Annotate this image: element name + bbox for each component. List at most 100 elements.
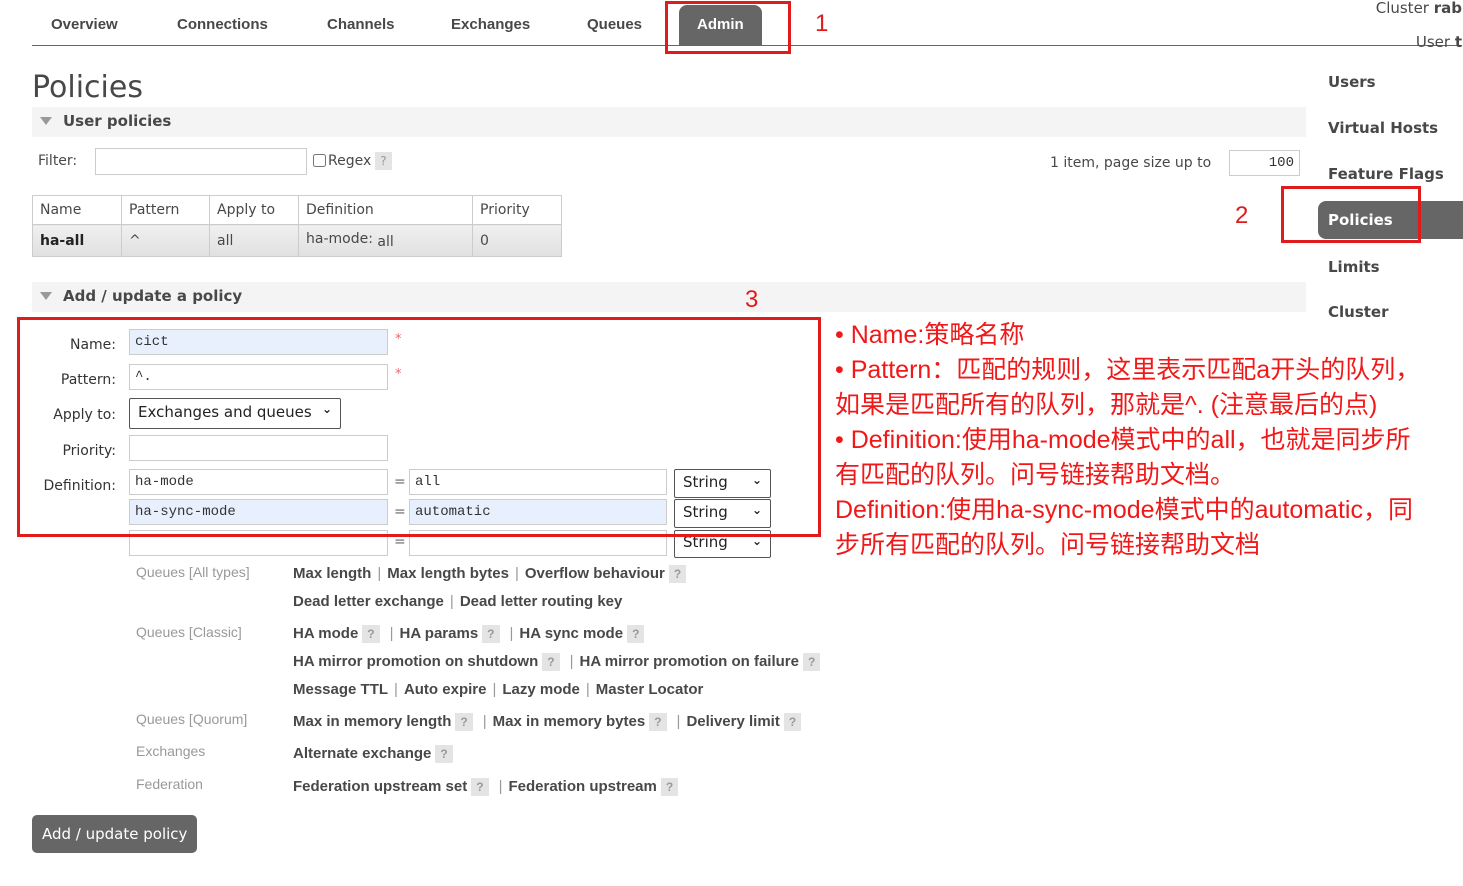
helper-category: Federation: [136, 776, 203, 792]
helper-link-dead-letter-routing-key[interactable]: Dead letter routing key: [460, 593, 623, 610]
definition-value: all: [377, 234, 394, 250]
helper-link-delivery-limit[interactable]: Delivery limit: [686, 713, 779, 730]
annotation-marker-2: 2: [1235, 202, 1249, 229]
sidenav-users[interactable]: Users: [1328, 73, 1376, 91]
helper-link-max-length[interactable]: Max length: [293, 565, 371, 582]
helper-link-row: HA mirror promotion on shutdown? | HA mirr…: [293, 653, 824, 672]
sidenav-limits[interactable]: Limits: [1328, 258, 1380, 276]
tab-connections[interactable]: Connections: [177, 16, 268, 33]
add-policy-toggle[interactable]: Add / update a policy: [32, 282, 1306, 312]
policy-pattern: ^: [121, 224, 210, 257]
annotation-box-policies: [1281, 186, 1421, 243]
policy-apply-to: all: [209, 224, 299, 257]
help-icon[interactable]: ?: [649, 713, 667, 732]
page-title: Policies: [32, 70, 143, 105]
helper-link-row: Federation upstream set? | Federation upst…: [293, 778, 682, 797]
annotation-marker-3: 3: [745, 286, 759, 313]
user-line: User t: [1376, 25, 1462, 59]
filter-label: Filter:: [38, 153, 78, 169]
help-icon[interactable]: ?: [660, 778, 679, 797]
help-icon[interactable]: ?: [802, 653, 821, 672]
cluster-user-info: Cluster rab User t: [1376, 0, 1462, 59]
helper-link-alternate-exchange[interactable]: Alternate exchange: [293, 745, 431, 762]
annotation-note: • Pattern：匹配的规则，这里表示匹配a开头的队列，如果是匹配所有的队列，…: [835, 356, 1421, 419]
add-policy-heading: Add / update a policy: [63, 287, 243, 305]
table-header-row: Name Pattern Apply to Definition Priorit…: [32, 195, 562, 225]
column-header-apply-to[interactable]: Apply to: [209, 195, 299, 225]
regex-help-icon[interactable]: ?: [375, 152, 392, 170]
definition-key: ha-mode:: [306, 231, 373, 247]
sidenav-feature-flags[interactable]: Feature Flags: [1328, 165, 1444, 183]
helper-link-master-locator[interactable]: Master Locator: [596, 681, 704, 698]
helper-link-max-in-memory-length[interactable]: Max in memory length: [293, 713, 451, 730]
table-row[interactable]: ha-all ^ all ha-mode: all 0: [32, 224, 562, 257]
column-header-name[interactable]: Name: [32, 195, 122, 225]
policy-definition: ha-mode: all: [298, 224, 473, 257]
helper-link-ha-promotion-shutdown[interactable]: HA mirror promotion on shutdown: [293, 653, 538, 670]
paging-text: 1 item, page size up to: [1050, 155, 1212, 171]
page-size-input[interactable]: [1229, 150, 1300, 176]
regex-checkbox[interactable]: [313, 154, 326, 167]
helper-link-auto-expire[interactable]: Auto expire: [404, 681, 487, 698]
policy-priority: 0: [472, 224, 562, 257]
add-update-policy-button[interactable]: Add / update policy: [32, 815, 198, 853]
user-policies-toggle[interactable]: User policies: [32, 107, 1306, 137]
helper-link-max-length-bytes[interactable]: Max length bytes: [387, 565, 509, 582]
cluster-name: rab: [1433, 0, 1462, 17]
helper-link-dead-letter-exchange[interactable]: Dead letter exchange: [293, 593, 444, 610]
helper-link-max-in-memory-bytes[interactable]: Max in memory bytes: [493, 713, 646, 730]
helper-link-row: HA mode? | HA params? | HA sync mode?: [293, 625, 648, 644]
column-header-pattern[interactable]: Pattern: [121, 195, 210, 225]
help-icon[interactable]: ?: [435, 745, 453, 764]
helper-link-ha-params[interactable]: HA params: [400, 625, 479, 642]
cluster-label: Cluster: [1375, 0, 1434, 17]
helper-category: Queues [All types]: [136, 564, 250, 580]
help-icon[interactable]: ?: [471, 778, 489, 797]
help-icon[interactable]: ?: [627, 625, 645, 644]
collapse-triangle-icon: [40, 117, 52, 125]
helper-link-ha-sync-mode[interactable]: HA sync mode: [519, 625, 623, 642]
collapse-triangle-icon: [40, 292, 52, 300]
helper-category: Queues [Quorum]: [136, 711, 248, 727]
cluster-line: Cluster rab: [1376, 0, 1462, 25]
annotation-box-form: [17, 317, 821, 537]
tab-queues[interactable]: Queues: [587, 16, 642, 33]
tab-exchanges[interactable]: Exchanges: [451, 16, 530, 33]
annotation-note: • Name:策略名称: [835, 321, 1025, 349]
helper-link-ha-mode[interactable]: HA mode: [293, 625, 358, 642]
help-icon[interactable]: ?: [668, 565, 687, 584]
helper-link-row: Message TTL | Auto expire | Lazy mode | Master…: [293, 681, 704, 698]
annotation-box-admin: [665, 1, 791, 54]
user-label: User: [1415, 33, 1455, 51]
help-icon[interactable]: ?: [362, 625, 380, 644]
helper-link-row: Alternate exchange?: [293, 745, 457, 764]
helper-category: Queues [Classic]: [136, 624, 242, 640]
annotation-note: Definition:使用ha-sync-mode模式中的automatic，同…: [835, 496, 1413, 559]
help-icon[interactable]: ?: [482, 625, 500, 644]
tab-overview[interactable]: Overview: [51, 16, 118, 33]
helper-link-ha-promotion-failure[interactable]: HA mirror promotion on failure: [580, 653, 799, 670]
column-header-definition[interactable]: Definition: [298, 195, 473, 225]
help-icon[interactable]: ?: [783, 713, 802, 732]
annotation-marker-1: 1: [815, 10, 829, 37]
helper-link-row: Dead letter exchange | Dead letter routing…: [293, 593, 623, 610]
user-name: t: [1454, 33, 1462, 51]
column-header-priority[interactable]: Priority: [472, 195, 562, 225]
helper-link-overflow-behaviour[interactable]: Overflow behaviour: [525, 565, 665, 582]
user-policies-heading: User policies: [63, 112, 172, 130]
help-icon[interactable]: ?: [542, 653, 560, 672]
policy-name-link[interactable]: ha-all: [32, 224, 122, 257]
filter-input[interactable]: [95, 148, 307, 175]
helper-link-row: Max length | Max length bytes | Overflow beh…: [293, 565, 690, 584]
helper-link-federation-upstream-set[interactable]: Federation upstream set: [293, 778, 467, 795]
policies-table: Name Pattern Apply to Definition Priorit…: [32, 195, 562, 257]
helper-link-federation-upstream[interactable]: Federation upstream: [508, 778, 656, 795]
helper-link-lazy-mode[interactable]: Lazy mode: [502, 681, 580, 698]
regex-label: Regex: [328, 153, 372, 169]
helper-link-message-ttl[interactable]: Message TTL: [293, 681, 388, 698]
help-icon[interactable]: ?: [455, 713, 473, 732]
annotation-note: • Definition:使用ha-mode模式中的all，也就是同步所有匹配的…: [835, 426, 1411, 489]
sidenav-virtual-hosts[interactable]: Virtual Hosts: [1328, 119, 1438, 137]
tab-channels[interactable]: Channels: [327, 16, 395, 33]
helper-category: Exchanges: [136, 743, 206, 759]
